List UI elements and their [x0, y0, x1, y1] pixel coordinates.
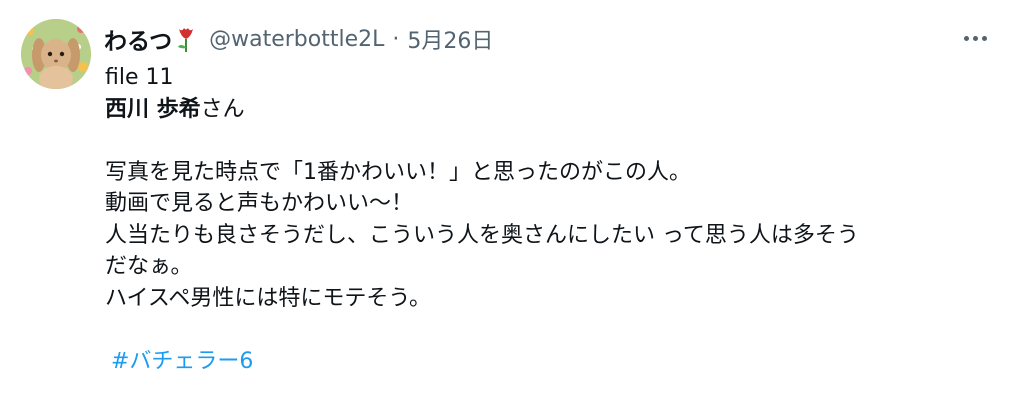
tweet-card: わるつ @waterbottle2L · 5月26日 file 11 西川 歩希… [0, 0, 1024, 409]
user-handle[interactable]: @waterbottle2L [209, 27, 384, 52]
text-line-5: ハイスペ男性には特にモテそう。 [105, 285, 432, 311]
display-name[interactable]: わるつ [104, 22, 172, 56]
tweet-text: file 11 西川 歩希さん 写真を見た時点で「1番かわいい！」と思ったのがこ… [105, 62, 1005, 377]
more-options-button[interactable] [958, 25, 992, 51]
hashtag-link[interactable]: #バチェラー6 [111, 349, 253, 374]
rabbit-avatar-image [21, 19, 91, 89]
more-horizontal-icon [963, 35, 969, 41]
tulip-icon [175, 25, 197, 53]
tweet-date[interactable]: 5月26日 [407, 23, 493, 55]
text-line-file: file 11 [105, 65, 174, 90]
text-line-hashtag: #バチェラー6 [105, 346, 1005, 378]
text-line-2: 動画で見ると声もかわいい〜！ [105, 191, 414, 216]
person-suffix: さん [200, 96, 245, 122]
text-line-1: 写真を見た時点で「1番かわいい！」と思ったのがこの人。 [105, 159, 691, 185]
text-line-4: だなぁ。 [105, 254, 193, 279]
text-line-3: 人当たりも良さそうだし、こういう人を奥さんにしたい って思う人は多そう [105, 222, 859, 248]
person-name: 西川 歩希 [105, 96, 201, 122]
avatar[interactable] [21, 19, 91, 89]
tweet-header: わるつ @waterbottle2L · 5月26日 [104, 22, 493, 56]
separator-dot: · [392, 26, 400, 52]
text-line-person: 西川 歩希さん [105, 94, 1005, 126]
